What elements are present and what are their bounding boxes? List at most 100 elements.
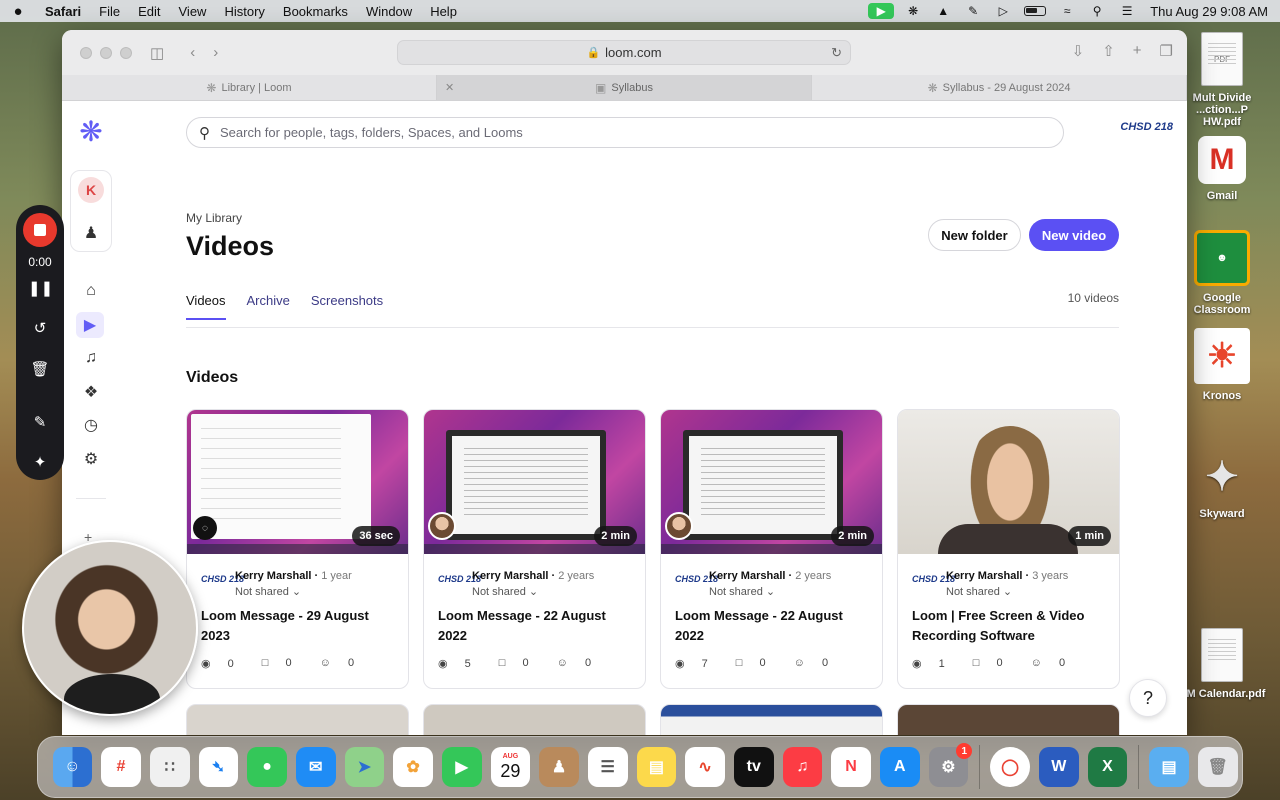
history-icon[interactable]: ◷ — [79, 413, 103, 437]
video-card-partial[interactable] — [660, 704, 883, 735]
video-card[interactable]: 2 min CHSD 218 Kerry Marshall · 2 years … — [660, 409, 883, 689]
menu-view[interactable]: View — [170, 4, 216, 19]
calendar-icon[interactable]: AUG 29 — [490, 747, 531, 787]
messages-icon[interactable]: ● — [247, 747, 287, 787]
video-title[interactable]: Loom Message - 22 August 2022 — [675, 606, 872, 646]
facetime-camera-icon[interactable]: ▶ — [868, 3, 895, 19]
library-icon[interactable]: ▶ — [76, 312, 104, 338]
video-card-partial[interactable] — [186, 704, 409, 735]
freeform-icon[interactable]: ∿ — [685, 747, 725, 787]
loom-status-icon[interactable]: ❋ — [902, 3, 924, 19]
play-status-icon[interactable]: ▷ — [992, 3, 1014, 19]
share-status-dropdown[interactable]: Not shared ⌄ — [472, 585, 538, 598]
contacts-icon[interactable]: ♟ — [539, 747, 579, 787]
minimize-window-button[interactable] — [100, 46, 112, 59]
notes-icon[interactable]: ▤ — [636, 747, 677, 787]
tab-overview-icon[interactable]: ❐ — [1160, 42, 1173, 60]
menu-bookmarks[interactable]: Bookmarks — [274, 4, 357, 19]
maps-icon[interactable]: ➤ — [344, 747, 385, 787]
share-icon[interactable]: ⇧ — [1102, 42, 1115, 60]
video-card[interactable]: 1 min CHSD 218 Kerry Marshall · 3 years … — [897, 409, 1120, 689]
excel-icon[interactable]: X — [1087, 747, 1128, 787]
menu-file[interactable]: File — [90, 4, 129, 19]
photos-icon[interactable]: ✿ — [393, 747, 433, 787]
tab-syllabus[interactable]: ✕ ▣ Syllabus — [437, 75, 812, 100]
tab-syllabus-dated[interactable]: ❋ Syllabus - 29 August 2024 — [812, 75, 1187, 100]
bookmark-icon[interactable]: ❖ — [79, 380, 103, 404]
video-card-partial[interactable] — [423, 704, 646, 735]
effects-wand-icon[interactable]: ✦ — [28, 453, 52, 475]
trash-icon[interactable]: 🗑 — [1197, 747, 1238, 787]
tab-library-loom[interactable]: ❋ Library | Loom — [62, 75, 437, 100]
new-folder-button[interactable]: New folder — [928, 219, 1021, 251]
downloads-folder-icon[interactable]: ▤ — [1149, 747, 1189, 787]
help-button[interactable]: ? — [1129, 679, 1167, 717]
video-thumbnail[interactable]: 1 min — [898, 410, 1119, 554]
word-icon[interactable]: W — [1038, 747, 1079, 787]
stop-recording-button[interactable] — [23, 213, 57, 247]
apple-menu-icon[interactable]: ● — [0, 3, 36, 20]
finder-icon[interactable]: ☺ — [52, 747, 93, 787]
desktop-gmail[interactable]: M Gmail — [1178, 136, 1266, 202]
music-icon[interactable]: ♫ — [782, 747, 823, 787]
system-settings-icon[interactable]: ⚙ 1 — [928, 743, 973, 787]
desktop-kronos[interactable]: ☀ Kronos — [1178, 328, 1266, 402]
pause-icon[interactable]: ❚❚ — [28, 279, 53, 301]
share-status-dropdown[interactable]: Not shared ⌄ — [946, 585, 1012, 598]
tab-videos[interactable]: Videos — [186, 293, 226, 320]
reload-icon[interactable]: ↻ — [831, 45, 842, 61]
drive-icon[interactable]: ▲ — [932, 3, 954, 19]
menu-edit[interactable]: Edit — [129, 4, 169, 19]
launchpad-icon[interactable]: ∷ — [149, 747, 190, 787]
video-card[interactable]: 2 min CHSD 218 Kerry Marshall · 2 years … — [423, 409, 646, 689]
sidebar-toggle-icon[interactable]: ◫ — [150, 44, 164, 62]
new-video-button[interactable]: New video — [1029, 219, 1119, 251]
menu-history[interactable]: History — [215, 4, 273, 19]
forward-icon[interactable]: › — [213, 44, 218, 61]
news-icon[interactable]: N — [831, 747, 871, 787]
desktop-calendar-pdf[interactable]: CM Calendar.pdf — [1178, 628, 1266, 700]
desktop-skyward[interactable]: ✦ Skyward — [1178, 452, 1266, 520]
pen-icon[interactable]: ✎ — [28, 413, 52, 435]
video-thumbnail[interactable]: ◌ 36 sec — [187, 410, 408, 554]
new-tab-icon[interactable]: + — [1133, 42, 1142, 60]
settings-icon[interactable]: ⚙ — [79, 447, 103, 471]
video-thumbnail[interactable]: 2 min — [661, 410, 882, 554]
menu-window[interactable]: Window — [357, 4, 421, 19]
close-tab-icon[interactable]: ✕ — [445, 81, 454, 94]
safari-icon[interactable]: ➴ — [198, 747, 239, 787]
share-status-dropdown[interactable]: Not shared ⌄ — [235, 585, 301, 598]
address-bar[interactable]: 🔒 loom.com ↻ — [397, 40, 851, 65]
video-title[interactable]: Loom | Free Screen & Video Recording Sof… — [912, 606, 1109, 646]
share-status-dropdown[interactable]: Not shared ⌄ — [709, 585, 775, 598]
menu-clock[interactable]: Thu Aug 29 9:08 AM — [1142, 4, 1280, 19]
reminders-icon[interactable]: ☰ — [587, 747, 628, 787]
zoom-window-button[interactable] — [120, 46, 132, 59]
restart-icon[interactable]: ↺ — [28, 319, 52, 341]
org-logo[interactable]: CHSD 218 — [1120, 121, 1173, 133]
downloads-icon[interactable]: ⇩ — [1072, 42, 1085, 60]
notifications-icon[interactable]: ♫ — [79, 346, 103, 370]
app-store-icon[interactable]: A — [879, 747, 920, 787]
desktop-google-classroom[interactable]: ☻ Google Classroom — [1178, 230, 1266, 316]
desktop-pdf-file[interactable]: PDF Mult Divide ...ction...P HW.pdf — [1178, 32, 1266, 128]
home-icon[interactable]: ⌂ — [79, 279, 103, 303]
loom-logo-icon[interactable]: ❋ — [77, 118, 105, 146]
workspace-avatar[interactable]: K — [78, 177, 104, 203]
search-bar[interactable]: ⚲ Search for people, tags, folders, Spac… — [186, 117, 1064, 148]
video-card[interactable]: ◌ 36 sec CHSD 218 Kerry Marshall · 1 yea… — [186, 409, 409, 689]
close-window-button[interactable] — [80, 46, 92, 59]
spotlight-icon[interactable]: ⚲ — [1086, 3, 1108, 19]
chrome-icon[interactable]: ◯ — [990, 747, 1030, 787]
camera-bubble[interactable] — [22, 540, 198, 716]
control-center-icon[interactable]: ☰ — [1116, 3, 1138, 19]
tab-archive[interactable]: Archive — [247, 293, 290, 320]
video-title[interactable]: Loom Message - 29 August 2023 — [201, 606, 398, 646]
battery-icon[interactable] — [1024, 6, 1047, 16]
mail-icon[interactable]: ✉ — [295, 747, 336, 787]
tab-screenshots[interactable]: Screenshots — [311, 293, 383, 320]
edit-status-icon[interactable]: ✎ — [962, 3, 984, 19]
menu-help[interactable]: Help — [421, 4, 466, 19]
video-title[interactable]: Loom Message - 22 August 2022 — [438, 606, 635, 646]
back-icon[interactable]: ‹ — [190, 44, 195, 61]
